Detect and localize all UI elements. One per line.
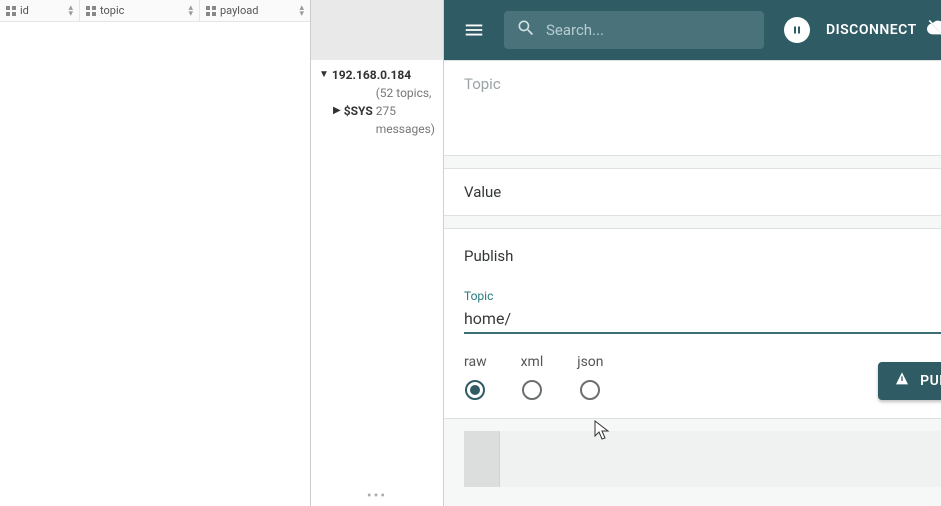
tree-root-row[interactable]: ▼ 192.168.0.184 [319, 66, 435, 84]
topic-card[interactable]: Topic [444, 60, 941, 156]
column-label: id [20, 4, 29, 17]
value-card-label: Value [464, 183, 501, 201]
menu-button[interactable] [454, 10, 494, 50]
tree-top-spacer [311, 0, 443, 60]
tree-sys-row[interactable]: ▶ $SYS (52 topics, 275 messages) [319, 84, 435, 138]
topic-input-wrap: ✕ [464, 305, 941, 334]
column-header-topic[interactable]: topic ▴▾ [80, 0, 200, 21]
topic-tree-panel: ▼ 192.168.0.184 ▶ $SYS (52 topics, 275 m… [311, 0, 444, 506]
radio-icon[interactable] [465, 380, 485, 400]
send-icon [894, 371, 910, 391]
tree-sys-label: $SYS [344, 102, 373, 120]
topic-input[interactable] [464, 305, 941, 332]
gutter [464, 431, 500, 487]
search-input[interactable] [546, 21, 752, 39]
format-option-xml[interactable]: xml [521, 354, 544, 400]
format-label: json [577, 354, 603, 370]
value-card[interactable]: Value [444, 168, 941, 216]
format-label: xml [521, 354, 544, 370]
column-header-id[interactable]: id ▴▾ [0, 0, 80, 21]
sort-icon: ▴▾ [299, 5, 304, 17]
pause-button[interactable] [784, 17, 810, 43]
search-icon [516, 18, 536, 42]
column-icon [6, 6, 16, 16]
column-headers: id ▴▾ topic ▴▾ payload ▴▾ [0, 0, 310, 22]
expand-icon: ▶ [333, 102, 341, 120]
format-option-json[interactable]: json [577, 354, 603, 400]
sort-icon: ▴▾ [68, 5, 73, 17]
tree-drag-handle[interactable]: ••• [311, 486, 443, 506]
collapse-icon: ▼ [319, 66, 329, 84]
column-icon [206, 6, 216, 16]
topic-card-label: Topic [464, 75, 501, 93]
publish-button[interactable]: PUBLISH [878, 362, 941, 400]
publish-card-label: Publish [464, 247, 513, 265]
publish-button-label: PUBLISH [920, 373, 941, 389]
column-header-payload[interactable]: payload ▴▾ [200, 0, 310, 21]
disconnect-button[interactable]: DISCONNECT [826, 22, 917, 38]
topbar: DISCONNECT [444, 0, 941, 60]
right-panel: DISCONNECT Topic Value [444, 0, 941, 506]
search-box[interactable] [504, 11, 764, 49]
format-option-raw[interactable]: raw [464, 354, 487, 400]
tree-root-label: 192.168.0.184 [332, 66, 411, 84]
radio-icon[interactable] [580, 380, 600, 400]
radio-icon[interactable] [522, 380, 542, 400]
records-table-panel: id ▴▾ topic ▴▾ payload ▴▾ [0, 0, 311, 506]
cloud-off-icon [927, 17, 941, 43]
tree-sys-meta: (52 topics, 275 messages) [376, 84, 435, 138]
format-label: raw [464, 354, 487, 370]
payload-editor[interactable] [444, 431, 941, 487]
format-radio-group: raw xml json [464, 354, 604, 400]
column-icon [86, 6, 96, 16]
publish-card: Publish Topic ✕ raw xml json [444, 228, 941, 419]
sort-icon: ▴▾ [188, 5, 193, 17]
column-label: payload [220, 4, 258, 17]
topic-field-label: Topic [464, 289, 941, 303]
column-label: topic [100, 4, 124, 17]
